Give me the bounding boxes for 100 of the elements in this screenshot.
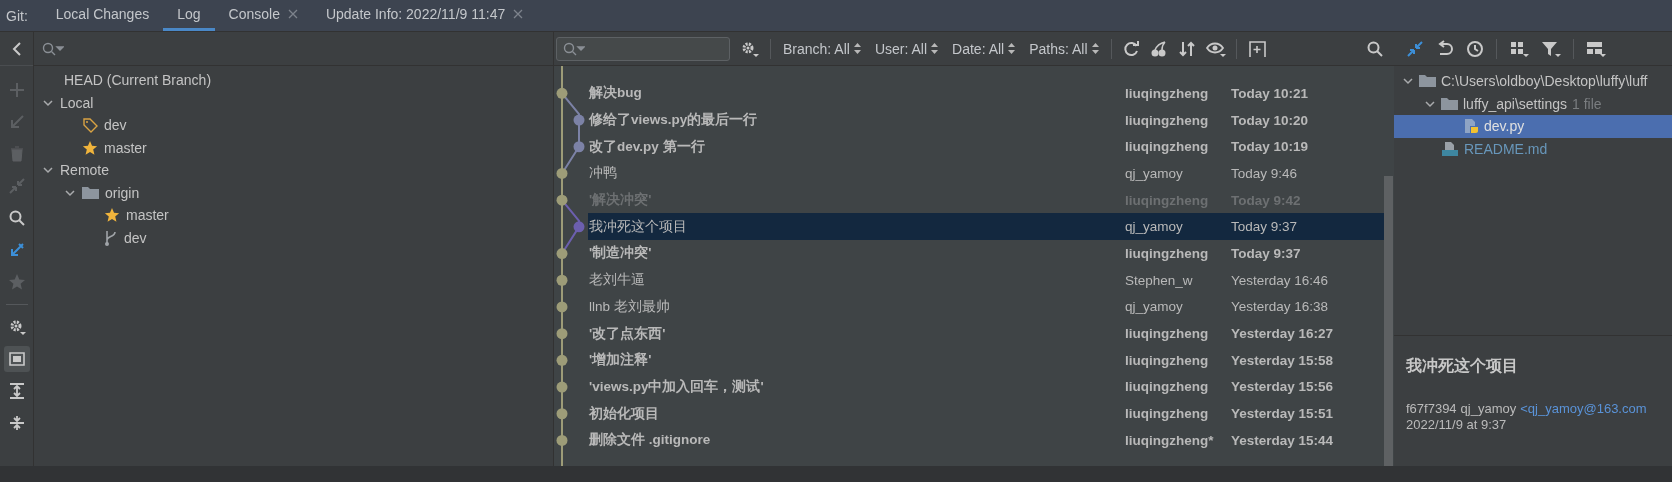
tab[interactable]: Log (163, 0, 215, 31)
commit-author: liuqingzheng (1125, 406, 1210, 422)
commit-subject: 初始化项目 (588, 404, 660, 423)
commit-subject: 修给了views.py的最后一行 (588, 111, 759, 130)
branch-label[interactable]: Remote (60, 162, 110, 179)
arrows-icon[interactable] (1406, 39, 1424, 58)
python-file-icon (1463, 118, 1479, 135)
commit-date: Yesterday 15:51 (1231, 406, 1334, 422)
tab[interactable]: Console (214, 0, 312, 31)
file-count: 1 file (1572, 95, 1602, 112)
filter-dropdown[interactable]: User: All (872, 40, 941, 57)
commit-hash: f67f7394 (1406, 401, 1457, 416)
back-icon[interactable] (11, 41, 22, 56)
filter-dropdown[interactable]: Paths: All (1027, 40, 1101, 57)
commit-subject: 老刘牛逼 (588, 271, 646, 290)
search-icon (563, 41, 585, 56)
commit-row[interactable]: '增加注释' liuqingzheng Yesterday 15:58 (588, 346, 1384, 374)
folder-icon (1441, 96, 1458, 111)
commit-subject: '制造冲突' (588, 244, 653, 263)
commit-row[interactable]: 改了dev.py 第一行 liuqingzheng Today 10:19 (588, 133, 1384, 161)
commit-subject: 冲鸭 (588, 164, 618, 183)
close-icon[interactable] (287, 9, 298, 19)
commit-author: liuqingzheng (1125, 139, 1210, 155)
tool-window-label: Git: (5, 6, 29, 26)
commit-subject: '改了点东西' (588, 324, 667, 343)
undo-icon[interactable] (1436, 39, 1454, 58)
branch-label[interactable]: master (126, 207, 169, 224)
file-label[interactable]: C:\Users\oldboy\Desktop\luffy\luff (1441, 73, 1648, 90)
commit-author: liuqingzheng (1125, 326, 1210, 342)
commit-message: 我冲死这个项目 (1406, 356, 1519, 377)
commit-author: qj_yamoy (1125, 165, 1184, 181)
commit-row[interactable]: llnb 老刘最帅 qj_yamoy Yesterday 16:38 (588, 293, 1384, 321)
folder-icon (1419, 74, 1436, 89)
commit-date: Today 10:19 (1231, 139, 1309, 155)
branch-label[interactable]: Local (60, 94, 94, 111)
commit-date: 2022/11/9 at 9:37 (1406, 417, 1508, 432)
scrollbar-thumb[interactable] (1384, 176, 1393, 466)
filter-dropdown[interactable]: Branch: All (781, 40, 863, 57)
tab[interactable]: Local Changes (41, 0, 164, 31)
commit-date: Yesterday 15:58 (1231, 352, 1334, 368)
commit-subject: '增加注释' (588, 351, 653, 370)
commit-row[interactable]: '改了点东西' liuqingzheng Yesterday 16:27 (588, 320, 1384, 347)
commit-row[interactable]: 删除文件 .gitignore liuqingzheng* Yesterday 15:44 (588, 426, 1384, 454)
group-icon[interactable] (1509, 39, 1529, 58)
dropdown-arrow-icon (1091, 43, 1099, 54)
commit-subject: 改了dev.py 第一行 (588, 137, 706, 156)
search-field[interactable] (556, 36, 730, 61)
history-icon[interactable] (1466, 39, 1484, 58)
commit-subject: llnb 老刘最帅 (588, 297, 671, 316)
star-icon (104, 207, 120, 224)
dropdown-arrow-icon (931, 43, 939, 54)
tab[interactable]: Update Info: 2022/11/9 11:47 (311, 0, 538, 31)
panel-toggle-icon[interactable] (3, 346, 30, 372)
file-label[interactable]: luffy_api\settings (1463, 95, 1568, 112)
dropdown-arrow-icon (853, 43, 861, 54)
commit-author: qj_yamoy (1460, 401, 1517, 416)
commit-date: Today 9:46 (1231, 165, 1298, 181)
commit-row[interactable]: 'views.py中加入回车，测试' liuqingzheng Yesterday 15:56 (588, 373, 1384, 401)
commit-author: liuqingzheng (1125, 85, 1210, 101)
commit-author: liuqingzheng (1125, 352, 1210, 368)
file-label[interactable]: README.md (1464, 140, 1548, 157)
tag-icon (82, 117, 98, 134)
commit-row[interactable]: 我冲死这个项目 qj_yamoy Today 9:37 (588, 213, 1384, 241)
commit-subject: 删除文件 .gitignore (588, 431, 712, 450)
search-icon[interactable] (42, 41, 64, 56)
commit-date: Today 9:37 (1231, 245, 1301, 261)
file-label[interactable]: dev.py (1484, 118, 1525, 135)
commit-row[interactable]: 初始化项目 liuqingzheng Yesterday 15:51 (588, 400, 1384, 427)
commit-author: liuqingzheng* (1125, 432, 1215, 448)
commit-date: Today 9:37 (1231, 219, 1298, 235)
commit-row[interactable]: '制造冲突' liuqingzheng Today 9:37 (588, 240, 1384, 267)
branch-label[interactable]: master (104, 139, 147, 156)
commit-subject: 'views.py中加入回车，测试' (588, 377, 765, 396)
commit-date: Yesterday 15:56 (1231, 379, 1334, 395)
branch-icon (104, 229, 118, 246)
commit-row[interactable]: 解决bug liuqingzheng Today 10:21 (588, 80, 1384, 107)
filter-icon[interactable] (1541, 39, 1561, 58)
commit-author: qj_yamoy (1125, 299, 1184, 315)
branch-label[interactable]: HEAD (Current Branch) (64, 72, 212, 89)
commit-author: qj_yamoy (1125, 219, 1184, 235)
cherry-icon[interactable] (1149, 39, 1168, 58)
branch-label[interactable]: origin (105, 184, 140, 201)
sort-icon[interactable] (1177, 39, 1196, 58)
refresh-icon[interactable] (1121, 39, 1140, 58)
layout-icon[interactable] (1586, 39, 1606, 58)
search-icon[interactable] (1366, 39, 1384, 58)
commit-date: Yesterday 15:44 (1231, 432, 1334, 448)
dropdown-arrow-icon (1008, 43, 1016, 54)
branch-label[interactable]: dev (124, 229, 147, 246)
branch-label[interactable]: dev (104, 117, 127, 134)
commit-row[interactable]: 修给了views.py的最后一行 liuqingzheng Today 10:20 (588, 106, 1384, 134)
commit-date: Yesterday 16:46 (1231, 272, 1329, 288)
commit-row[interactable]: 冲鸭 qj_yamoy Today 9:46 (588, 160, 1384, 187)
email-link[interactable]: <qj_yamoy@163.com (1520, 401, 1647, 416)
new-tab-icon[interactable] (1246, 39, 1267, 58)
star-icon (82, 139, 98, 156)
commit-row[interactable]: 老刘牛逼 Stephen_w Yesterday 16:46 (588, 266, 1384, 294)
filter-dropdown[interactable]: Date: All (950, 40, 1018, 57)
close-icon[interactable] (513, 9, 524, 19)
commit-author: liuqingzheng (1125, 112, 1210, 128)
